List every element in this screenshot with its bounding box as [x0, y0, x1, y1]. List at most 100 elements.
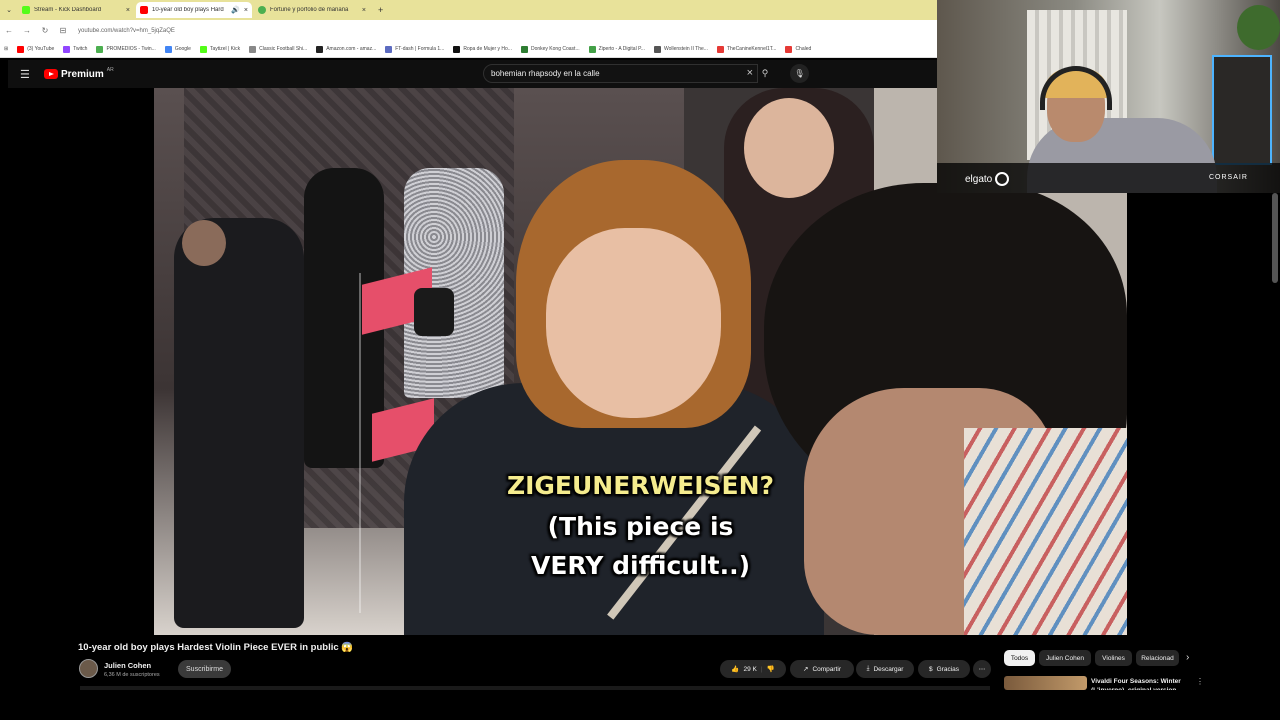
thanks-button[interactable]: $ Gracias — [918, 660, 970, 678]
chip-all[interactable]: Todos — [1004, 650, 1035, 666]
related-video-thumbnail[interactable] — [1004, 676, 1087, 690]
youtube-header: ☰ Premium AR bohemian rhapsody en la cal… — [8, 60, 937, 88]
logo-text: Premium — [61, 68, 104, 80]
microphone-icon[interactable]: 🎙 — [790, 64, 809, 83]
site-info-icon[interactable]: ⊟ — [54, 26, 72, 35]
bookmark-favicon-icon — [385, 45, 393, 53]
thanks-label: Gracias — [936, 665, 960, 673]
browser-tab-youtube[interactable]: 10-year old boy plays Hard 🔊 × — [136, 2, 252, 18]
close-tab-icon[interactable]: × — [126, 7, 130, 14]
bookmark-item[interactable]: Google — [164, 45, 191, 53]
subscribe-button[interactable]: Suscribirme — [178, 660, 231, 678]
bookmark-item[interactable]: Twitch — [63, 45, 87, 53]
apps-icon[interactable]: ⊞ — [4, 46, 8, 52]
bookmark-item[interactable]: Amazon.com - amaz... — [316, 45, 376, 53]
bookmark-item[interactable]: Wollenstein II The... — [653, 45, 708, 53]
caption-line: (This piece is — [547, 512, 734, 541]
bookmark-item[interactable]: PROMEDIOS - Twin... — [96, 45, 156, 53]
channel-name[interactable]: Julien Cohen — [104, 661, 151, 670]
divider: | — [760, 665, 763, 673]
download-label: Descargar — [873, 665, 904, 673]
browser-tab-fortune[interactable]: Fortune y porfolio de mañana × — [254, 2, 370, 18]
lit-shelf — [1212, 55, 1272, 165]
browser-tab-bar: ⌄ Stream - Kick Dashboard × 10-year old … — [0, 0, 937, 20]
globe-icon — [258, 6, 266, 14]
tab-title: 10-year old boy plays Hard — [152, 7, 224, 13]
thumbs-up-icon[interactable]: 👍 — [731, 665, 739, 673]
share-label: Compartir — [812, 665, 841, 673]
tab-title: Stream - Kick Dashboard — [34, 7, 102, 13]
bookmark-favicon-icon — [653, 45, 661, 53]
boot — [414, 288, 454, 336]
subscriber-count: 6,36 M de suscriptores — [104, 672, 160, 678]
webcam-overlay: elgato CORSAIR — [937, 0, 1280, 193]
child-face — [546, 228, 721, 418]
bookmark-favicon-icon — [785, 45, 793, 53]
bookmark-favicon-icon — [453, 45, 461, 53]
close-tab-icon[interactable]: × — [362, 7, 366, 14]
bookmark-favicon-icon — [316, 45, 324, 53]
bookmark-item[interactable]: Ropa de Mujer y Ho... — [453, 45, 512, 53]
search-icon[interactable]: ⚲ — [756, 64, 774, 83]
avatar[interactable] — [79, 659, 98, 678]
download-button[interactable]: ⤓ Descargar — [856, 660, 914, 678]
screen: ⌄ Stream - Kick Dashboard × 10-year old … — [0, 0, 1280, 720]
tab-title: Fortune y porfolio de mañana — [270, 7, 349, 13]
chip-related[interactable]: Relacionad — [1136, 650, 1179, 666]
video-title: 10-year old boy plays Hardest Violin Pie… — [78, 642, 354, 653]
woman-face — [744, 98, 834, 198]
bookmark-item[interactable]: TheCanineKennel1T... — [716, 45, 776, 53]
more-actions-icon[interactable]: ⋯ — [973, 660, 991, 678]
share-icon: ↗ — [803, 666, 809, 673]
address-bar: ← → ↻ ⊟ youtube.com/watch?v=hm_5jqZaQE — [0, 20, 937, 41]
bookmark-item[interactable]: Taytizel | Kick — [199, 45, 240, 53]
bookmark-item[interactable]: (3) YouTube — [17, 45, 54, 53]
thumbs-down-icon[interactable]: 👎 — [767, 665, 775, 673]
logo-country: AR — [106, 67, 114, 73]
bookmark-favicon-icon — [17, 45, 25, 53]
bookmark-favicon-icon — [199, 45, 207, 53]
bookmark-item[interactable]: Classic Football Shi... — [249, 45, 307, 53]
like-count[interactable]: 29 K — [743, 666, 756, 673]
bookmark-item[interactable]: Ziperto - A Digital P... — [588, 45, 645, 53]
bookmark-favicon-icon — [63, 45, 71, 53]
page-scrollbar[interactable] — [1272, 193, 1278, 283]
chip-channel[interactable]: Julien Cohen — [1039, 650, 1091, 666]
man-head — [182, 220, 226, 266]
search-input[interactable]: bohemian rhapsody en la calle × — [483, 64, 758, 83]
download-icon: ⤓ — [866, 665, 870, 672]
thanks-icon: $ — [928, 665, 933, 673]
elgato-logo: elgato — [965, 172, 1010, 186]
bookmark-item[interactable]: Donkey Kong Coast... — [520, 45, 580, 53]
close-icon[interactable]: × — [747, 67, 753, 79]
youtube-premium-logo[interactable]: Premium AR — [44, 67, 114, 80]
chip-violins[interactable]: Violines — [1095, 650, 1132, 666]
share-button[interactable]: ↗ Compartir — [790, 660, 854, 678]
close-tab-icon[interactable]: × — [244, 7, 248, 14]
url-field[interactable]: youtube.com/watch?v=hm_5jqZaQE — [78, 28, 175, 34]
forward-icon[interactable]: → — [18, 26, 36, 35]
description-box-edge — [80, 686, 990, 690]
browser-tab-kick[interactable]: Stream - Kick Dashboard × — [18, 2, 134, 18]
bookmark-favicon-icon — [164, 45, 172, 53]
speaker-icon[interactable]: 🔊 — [231, 6, 240, 14]
new-tab-icon[interactable]: + — [372, 5, 389, 15]
plant — [1237, 5, 1280, 50]
kick-icon — [22, 6, 30, 14]
bookmark-favicon-icon — [520, 45, 528, 53]
related-video-title[interactable]: Vivaldi Four Seasons: Winter (L'inverno)… — [1091, 677, 1191, 690]
youtube-icon — [140, 6, 148, 14]
back-icon[interactable]: ← — [0, 26, 18, 35]
bookmark-favicon-icon — [716, 45, 724, 53]
hamburger-icon[interactable]: ☰ — [20, 68, 34, 81]
tab-search-icon[interactable]: ⌄ — [0, 6, 18, 14]
bookmark-item[interactable]: FT-dash | Formula 1... — [385, 45, 444, 53]
youtube-logo-icon — [44, 69, 58, 79]
bookmarks-bar: ⊞ (3) YouTube Twitch PROMEDIOS - Twin...… — [0, 41, 937, 58]
chevron-right-icon[interactable]: › — [1186, 652, 1189, 663]
kebab-menu-icon[interactable]: ⋮ — [1196, 677, 1204, 686]
elgato-icon — [995, 172, 1010, 186]
bookmark-item[interactable]: Chaled — [785, 45, 811, 53]
reload-icon[interactable]: ↻ — [36, 26, 54, 35]
bookmark-favicon-icon — [588, 45, 596, 53]
